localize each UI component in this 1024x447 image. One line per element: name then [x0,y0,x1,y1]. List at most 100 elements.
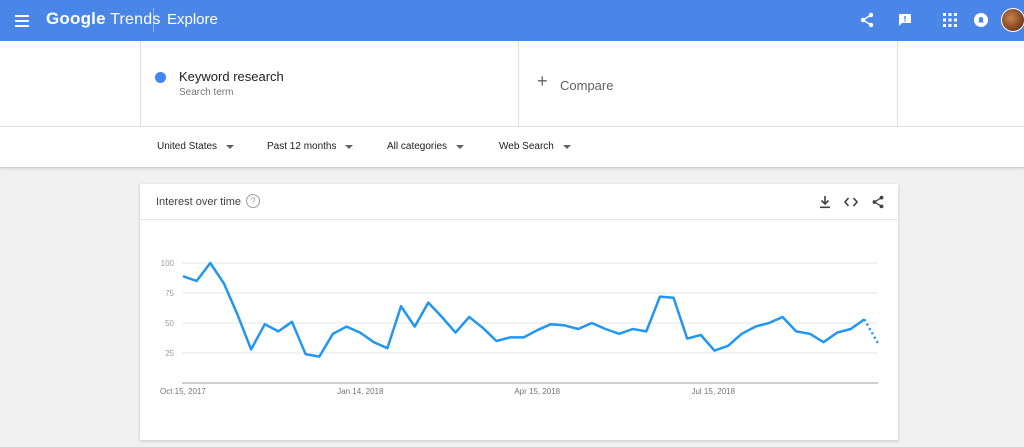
data-point[interactable] [384,345,390,351]
data-point[interactable] [507,334,513,340]
header-divider [153,8,154,32]
data-point[interactable] [562,322,568,328]
data-point[interactable] [221,280,227,286]
notifications-icon[interactable] [971,10,991,30]
data-point[interactable] [425,300,431,306]
y-tick-label: 50 [165,319,174,328]
data-point[interactable] [820,339,826,345]
search-panel: Keyword research Search term + Compare [0,41,1024,126]
data-point[interactable] [398,303,404,309]
data-point[interactable] [793,328,799,334]
data-point[interactable] [780,314,786,320]
data-point[interactable] [289,319,295,325]
filter-time-label: Past 12 months [267,141,337,152]
data-point[interactable] [684,336,690,342]
x-tick-label: Jan 14, 2018 [337,387,384,396]
card-header: Interest over time ? [140,184,898,220]
download-icon[interactable] [817,194,833,210]
y-tick-label: 25 [165,349,174,358]
data-point[interactable] [180,273,186,279]
data-point[interactable] [262,321,268,327]
series-line[interactable] [182,261,866,358]
data-point[interactable] [357,330,363,336]
data-point[interactable] [534,327,540,333]
google-trends-logo[interactable]: Google Trends [46,9,161,29]
logo-google: Google [46,9,106,28]
data-point[interactable] [548,321,554,327]
caret-down-icon [345,144,354,149]
data-point[interactable] [316,354,322,360]
data-point[interactable] [875,340,881,346]
data-point[interactable] [207,260,213,266]
page-title: Explore [167,11,218,28]
series-color-dot [155,72,166,83]
data-point[interactable] [275,328,281,334]
y-tick-label: 100 [161,259,175,268]
data-point[interactable] [807,331,813,337]
caret-down-icon [226,144,235,149]
data-point[interactable] [725,343,731,349]
caret-down-icon [456,144,465,149]
interest-line-chart: 25 50 75 100 Oct 15, 2017 Jan 14, 2018 Apr 15,… [160,259,881,396]
data-point[interactable] [480,325,486,331]
data-point[interactable] [439,314,445,320]
account-avatar[interactable] [1001,8,1024,32]
help-icon[interactable]: ? [246,194,260,208]
data-point[interactable] [248,346,254,352]
apps-grid-icon[interactable] [940,10,960,30]
plus-icon: + [537,71,548,91]
data-point[interactable] [861,316,867,322]
x-tick-label: Jul 15, 2018 [691,387,735,396]
search-term-text: Keyword research [179,69,284,84]
menu-icon[interactable] [10,9,34,33]
data-point[interactable] [330,331,336,337]
filter-time-range[interactable]: Past 12 months [267,141,354,152]
filter-location[interactable]: United States [157,141,235,152]
data-point[interactable] [616,331,622,337]
data-point[interactable] [766,320,772,326]
data-point[interactable] [303,351,309,357]
data-point[interactable] [493,338,499,344]
data-point[interactable] [671,295,677,301]
y-tick-label: 75 [165,289,174,298]
compare-label: Compare [560,78,614,93]
data-point[interactable] [834,330,840,336]
data-point[interactable] [630,326,636,332]
data-point[interactable] [412,324,418,330]
share-icon[interactable] [870,194,886,210]
filter-bar: United States Past 12 months All categor… [0,126,1024,168]
filter-category[interactable]: All categories [387,141,465,152]
data-point[interactable] [739,331,745,337]
data-point[interactable] [698,332,704,338]
filter-search-type-label: Web Search [499,141,554,152]
data-point[interactable] [602,326,608,332]
x-tick-label: Oct 15, 2017 [160,387,206,396]
caret-down-icon [562,144,571,149]
top-app-bar: Google Trends Explore [0,0,1024,41]
data-point[interactable] [235,312,241,318]
data-point[interactable] [194,278,200,284]
data-point[interactable] [371,339,377,345]
data-point[interactable] [453,330,459,336]
filter-location-label: United States [157,141,218,152]
filter-search-type[interactable]: Web Search [499,141,571,152]
data-point[interactable] [643,328,649,334]
data-point[interactable] [752,324,758,330]
compare-button[interactable]: + Compare [519,41,898,126]
data-point[interactable] [344,324,350,330]
data-point[interactable] [575,326,581,332]
filter-category-label: All categories [387,141,448,152]
data-point[interactable] [521,334,527,340]
data-point[interactable] [711,348,717,354]
data-point[interactable] [466,314,472,320]
share-icon[interactable] [857,10,877,30]
data-point[interactable] [589,320,595,326]
search-term-type: Search term [179,87,234,98]
card-title: Interest over time [156,196,241,208]
data-point[interactable] [657,294,663,300]
embed-code-icon[interactable] [843,194,859,210]
interest-over-time-card: Interest over time ? 25 50 75 100 Oct 15, 20… [140,184,898,440]
feedback-icon[interactable] [895,10,915,30]
search-term-box[interactable]: Keyword research Search term [140,41,519,126]
data-point[interactable] [848,326,854,332]
